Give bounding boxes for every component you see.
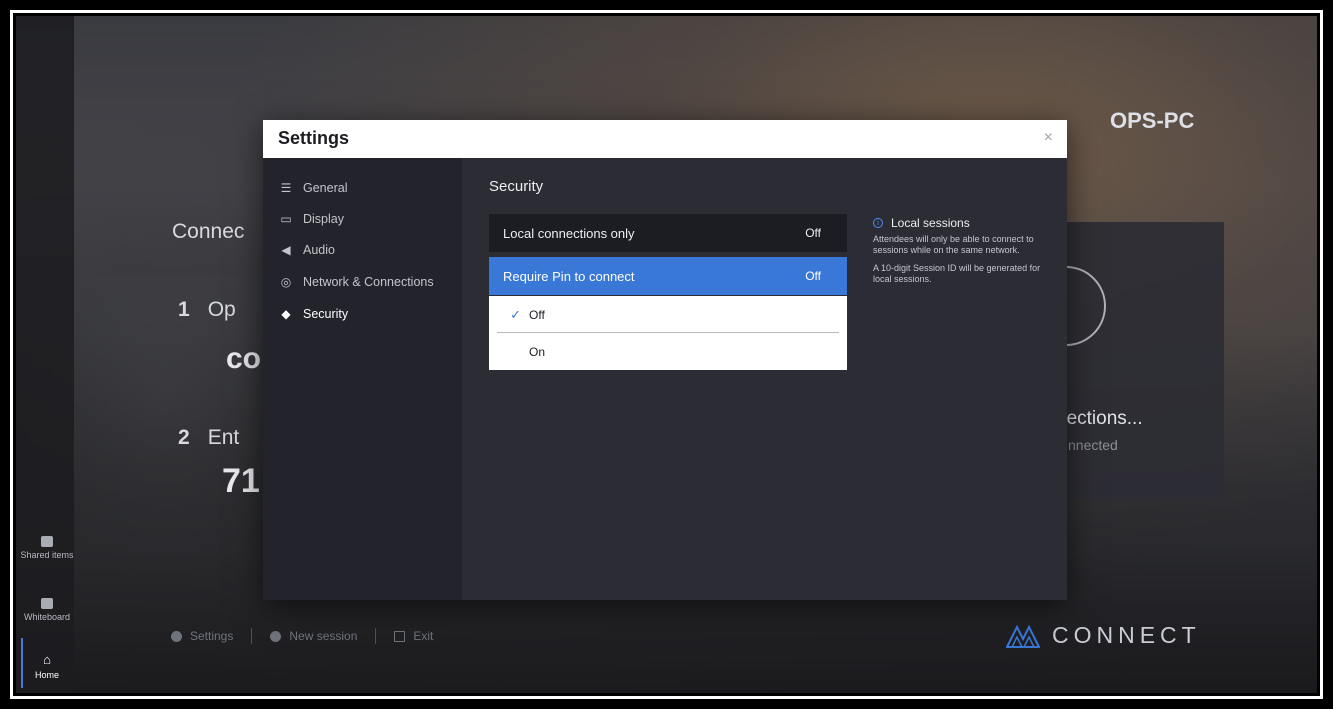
app-screen: OPS-PC Connec 1 Op co 2 Ent 71 nections...…	[16, 16, 1317, 693]
settings-label: Settings	[190, 629, 234, 643]
rail-item-label: Shared items	[20, 550, 74, 560]
info-header: i Local sessions	[873, 216, 1053, 230]
left-rail: Shared items Whiteboard ⌂ Home	[16, 16, 74, 693]
info-panel: i Local sessions Attendees will only be …	[873, 216, 1053, 284]
whiteboard-icon	[41, 598, 53, 609]
connections-substatus: nnected	[1068, 437, 1118, 453]
step-1: 1 Op	[178, 298, 236, 322]
connections-status: nections...	[1056, 408, 1143, 429]
monitor-icon: ▭	[280, 212, 292, 226]
sidebar-item-network[interactable]: ◎ Network & Connections	[279, 272, 434, 292]
section-title: Security	[489, 178, 544, 195]
dropdown-option-on[interactable]: On	[489, 333, 847, 370]
checkmark-icon: ✓	[510, 306, 521, 322]
dropdown-option-off[interactable]: ✓ Off	[489, 296, 847, 333]
info-note: A 10-digit Session ID will be generated …	[873, 263, 1041, 284]
info-title: Local sessions	[891, 216, 970, 230]
new-session-label: New session	[289, 629, 358, 643]
sidebar-item-audio[interactable]: ◀ Audio	[279, 240, 335, 260]
require-pin-row[interactable]: Require Pin to connect Off	[489, 257, 847, 295]
sidebar-item-label: Network & Connections	[303, 275, 434, 289]
shield-icon: ◆	[281, 307, 291, 321]
bottom-toolbar: Settings New session Exit	[171, 628, 433, 644]
gear-icon	[171, 630, 182, 642]
brand: CONNECT	[1006, 622, 1201, 649]
dialog-header: Settings ×	[263, 120, 1067, 158]
setting-value: Off	[805, 269, 821, 283]
step-2-number: 2	[178, 426, 190, 449]
settings-dialog: Settings × ☰ General ▭ Display ◀ Audio ◎	[263, 120, 1067, 600]
toolbar-divider	[375, 628, 377, 644]
step-1-code: co	[226, 342, 262, 375]
step-2-text: Ent	[207, 426, 240, 449]
setting-label: Local connections only	[503, 225, 635, 241]
rail-item-whiteboard[interactable]: Whiteboard	[16, 598, 78, 622]
rail-item-home[interactable]: ⌂ Home	[16, 652, 78, 680]
connect-heading: Connec	[172, 220, 245, 243]
sidebar-item-general[interactable]: ☰ General	[279, 178, 348, 198]
exit-icon	[394, 630, 406, 642]
info-icon: i	[873, 218, 883, 228]
settings-sidebar: ☰ General ▭ Display ◀ Audio ◎ Network & …	[263, 158, 462, 600]
info-description: Attendees will only be able to connect t…	[873, 234, 1034, 255]
rail-item-shared-items[interactable]: Shared items	[16, 536, 78, 560]
home-icon: ⌂	[43, 652, 51, 667]
sidebar-item-display[interactable]: ▭ Display	[279, 209, 344, 229]
option-label: Off	[529, 307, 545, 322]
option-label: On	[529, 344, 546, 359]
dialog-title: Settings	[278, 128, 350, 148]
new-session-button[interactable]: New session	[270, 629, 357, 643]
sidebar-item-label: General	[303, 181, 348, 195]
sidebar-item-security[interactable]: ◆ Security	[279, 304, 348, 324]
list-icon: ☰	[280, 181, 292, 195]
rail-item-label: Home	[34, 670, 59, 680]
close-icon[interactable]: ×	[1044, 129, 1053, 147]
speaker-icon: ◀	[281, 243, 291, 257]
screenshot-frame: OPS-PC Connec 1 Op co 2 Ent 71 nections...…	[0, 0, 1333, 709]
step-2: 2 Ent	[178, 426, 239, 450]
network-icon: ◎	[280, 275, 292, 289]
sidebar-item-label: Audio	[303, 243, 335, 257]
device-name: OPS-PC	[1110, 108, 1195, 133]
step-1-number: 1	[178, 298, 190, 321]
setting-label: Require Pin to connect	[503, 268, 635, 284]
toolbar-divider	[251, 628, 253, 644]
sidebar-item-label: Security	[303, 307, 349, 321]
settings-button[interactable]: Settings	[171, 629, 233, 643]
plus-circle-icon	[270, 630, 282, 642]
step-2-code: 71	[222, 462, 260, 500]
require-pin-dropdown: ✓ Off On	[489, 296, 847, 370]
step-1-text: Op	[207, 298, 236, 321]
local-connections-row[interactable]: Local connections only Off	[489, 214, 847, 252]
exit-button[interactable]: Exit	[394, 629, 433, 643]
exit-label: Exit	[413, 629, 434, 643]
connect-logo-icon	[1006, 624, 1040, 648]
setting-value: Off	[805, 226, 821, 240]
shared-items-icon	[41, 536, 53, 547]
sidebar-item-label: Display	[303, 212, 344, 226]
rail-item-label: Whiteboard	[23, 612, 71, 622]
brand-name: CONNECT	[1052, 622, 1201, 648]
